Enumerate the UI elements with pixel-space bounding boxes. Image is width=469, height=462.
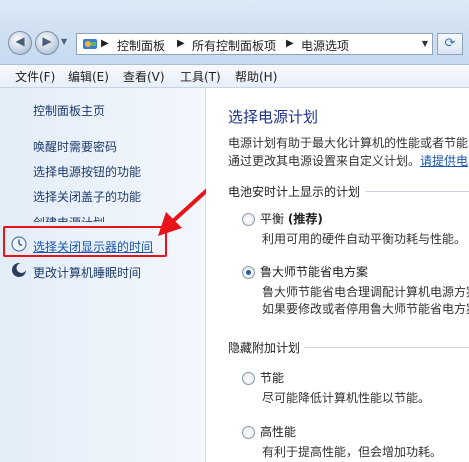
plan-power-saver-label[interactable]: 节能 [260,369,284,386]
plan-high-performance-description: 有利于提高性能，但会增加功耗。 [262,445,443,459]
description-line-1: 电源计划有助于最大化计算机的性能或者节能 [228,136,469,150]
address-field[interactable]: ▶ 控制面板 ▶ 所有控制面板项 ▶ 电源选项 ▼ [76,33,433,55]
plan-ludashi-label[interactable]: 鲁大师节能省电方案 [260,263,368,280]
menu-bar: 文件(F) 编辑(E) 查看(V) 工具(T) 帮助(H) [0,65,469,88]
plan-balanced-description: 利用可用的硬件自动平衡功耗与性能。 [262,232,467,246]
more-info-link[interactable]: 请提供电 [420,154,468,168]
breadcrumb-separator[interactable]: ▶ [101,38,109,49]
forward-button[interactable]: ▶ [35,31,59,55]
sidebar-home-link[interactable]: 控制面板主页 [33,102,105,119]
breadcrumb-control-panel[interactable]: 控制面板 [117,37,165,54]
plan-balanced-radio[interactable] [242,213,255,226]
menu-tools[interactable]: 工具(T) [180,68,221,85]
plan-high-performance-label[interactable]: 高性能 [260,423,296,440]
refresh-icon: ⟳ [444,36,456,51]
back-arrow-icon: ◀ [15,34,25,48]
plan-ludashi-description-1: 鲁大师节能省电合理调配计算机电源方案 [262,285,469,299]
plan-ludashi-description-2: 如果要修改或者停用鲁大师节能省电方案 [262,302,469,316]
moon-sleep-icon [12,263,27,277]
address-bar: ◀ ▶ ▼ ▶ 控制面板 ▶ 所有控制面板项 ▶ 电源选项 ▼ ⟳ [0,0,469,65]
sidebar-link-create-plan[interactable]: 创建电源计划 [33,214,105,222]
plan-power-saver-description: 尽可能降低计算机性能以节能。 [262,391,431,405]
plan-ludashi-radio[interactable] [242,266,255,279]
breadcrumb-all-items[interactable]: 所有控制面板项 [192,37,276,54]
menu-edit[interactable]: 编辑(E) [68,68,109,85]
page-title: 选择电源计划 [228,108,319,126]
refresh-button[interactable]: ⟳ [437,33,463,55]
sidebar-link-sleep-time[interactable]: 更改计算机睡眠时间 [33,264,141,281]
sidebar-link-power-button[interactable]: 选择电源按钮的功能 [33,163,141,180]
control-panel-icon [83,39,97,49]
recent-pages-dropdown-icon[interactable]: ▼ [61,37,67,46]
section-divider [304,347,469,348]
menu-view[interactable]: 查看(V) [123,68,165,85]
section-divider [366,191,469,192]
plan-high-performance-radio[interactable] [242,426,255,439]
breadcrumb-separator[interactable]: ▶ [286,38,294,49]
menu-file[interactable]: 文件(F) [15,68,55,85]
breadcrumb-power-options[interactable]: 电源选项 [301,37,349,54]
sidebar-link-wake-password[interactable]: 唤醒时需要密码 [33,138,117,155]
back-button[interactable]: ◀ [8,31,32,55]
annotation-highlight-box [3,226,167,257]
forward-arrow-icon: ▶ [42,34,52,48]
section-heading-hidden-plans[interactable]: 隐藏附加计划 [228,339,300,356]
plan-power-saver-radio[interactable] [242,372,255,385]
sidebar-link-lid-close[interactable]: 选择关闭盖子的功能 [33,188,141,205]
breadcrumb-separator[interactable]: ▶ [177,38,185,49]
address-dropdown-icon[interactable]: ▼ [422,39,428,48]
section-heading-battery-plans: 电池安时计上显示的计划 [228,185,361,199]
plan-balanced-label[interactable]: 平衡 (推荐) [260,210,323,227]
menu-help[interactable]: 帮助(H) [235,68,277,85]
description-line-2: 通过更改其电源设置来自定义计划。请提供电 [228,154,469,168]
